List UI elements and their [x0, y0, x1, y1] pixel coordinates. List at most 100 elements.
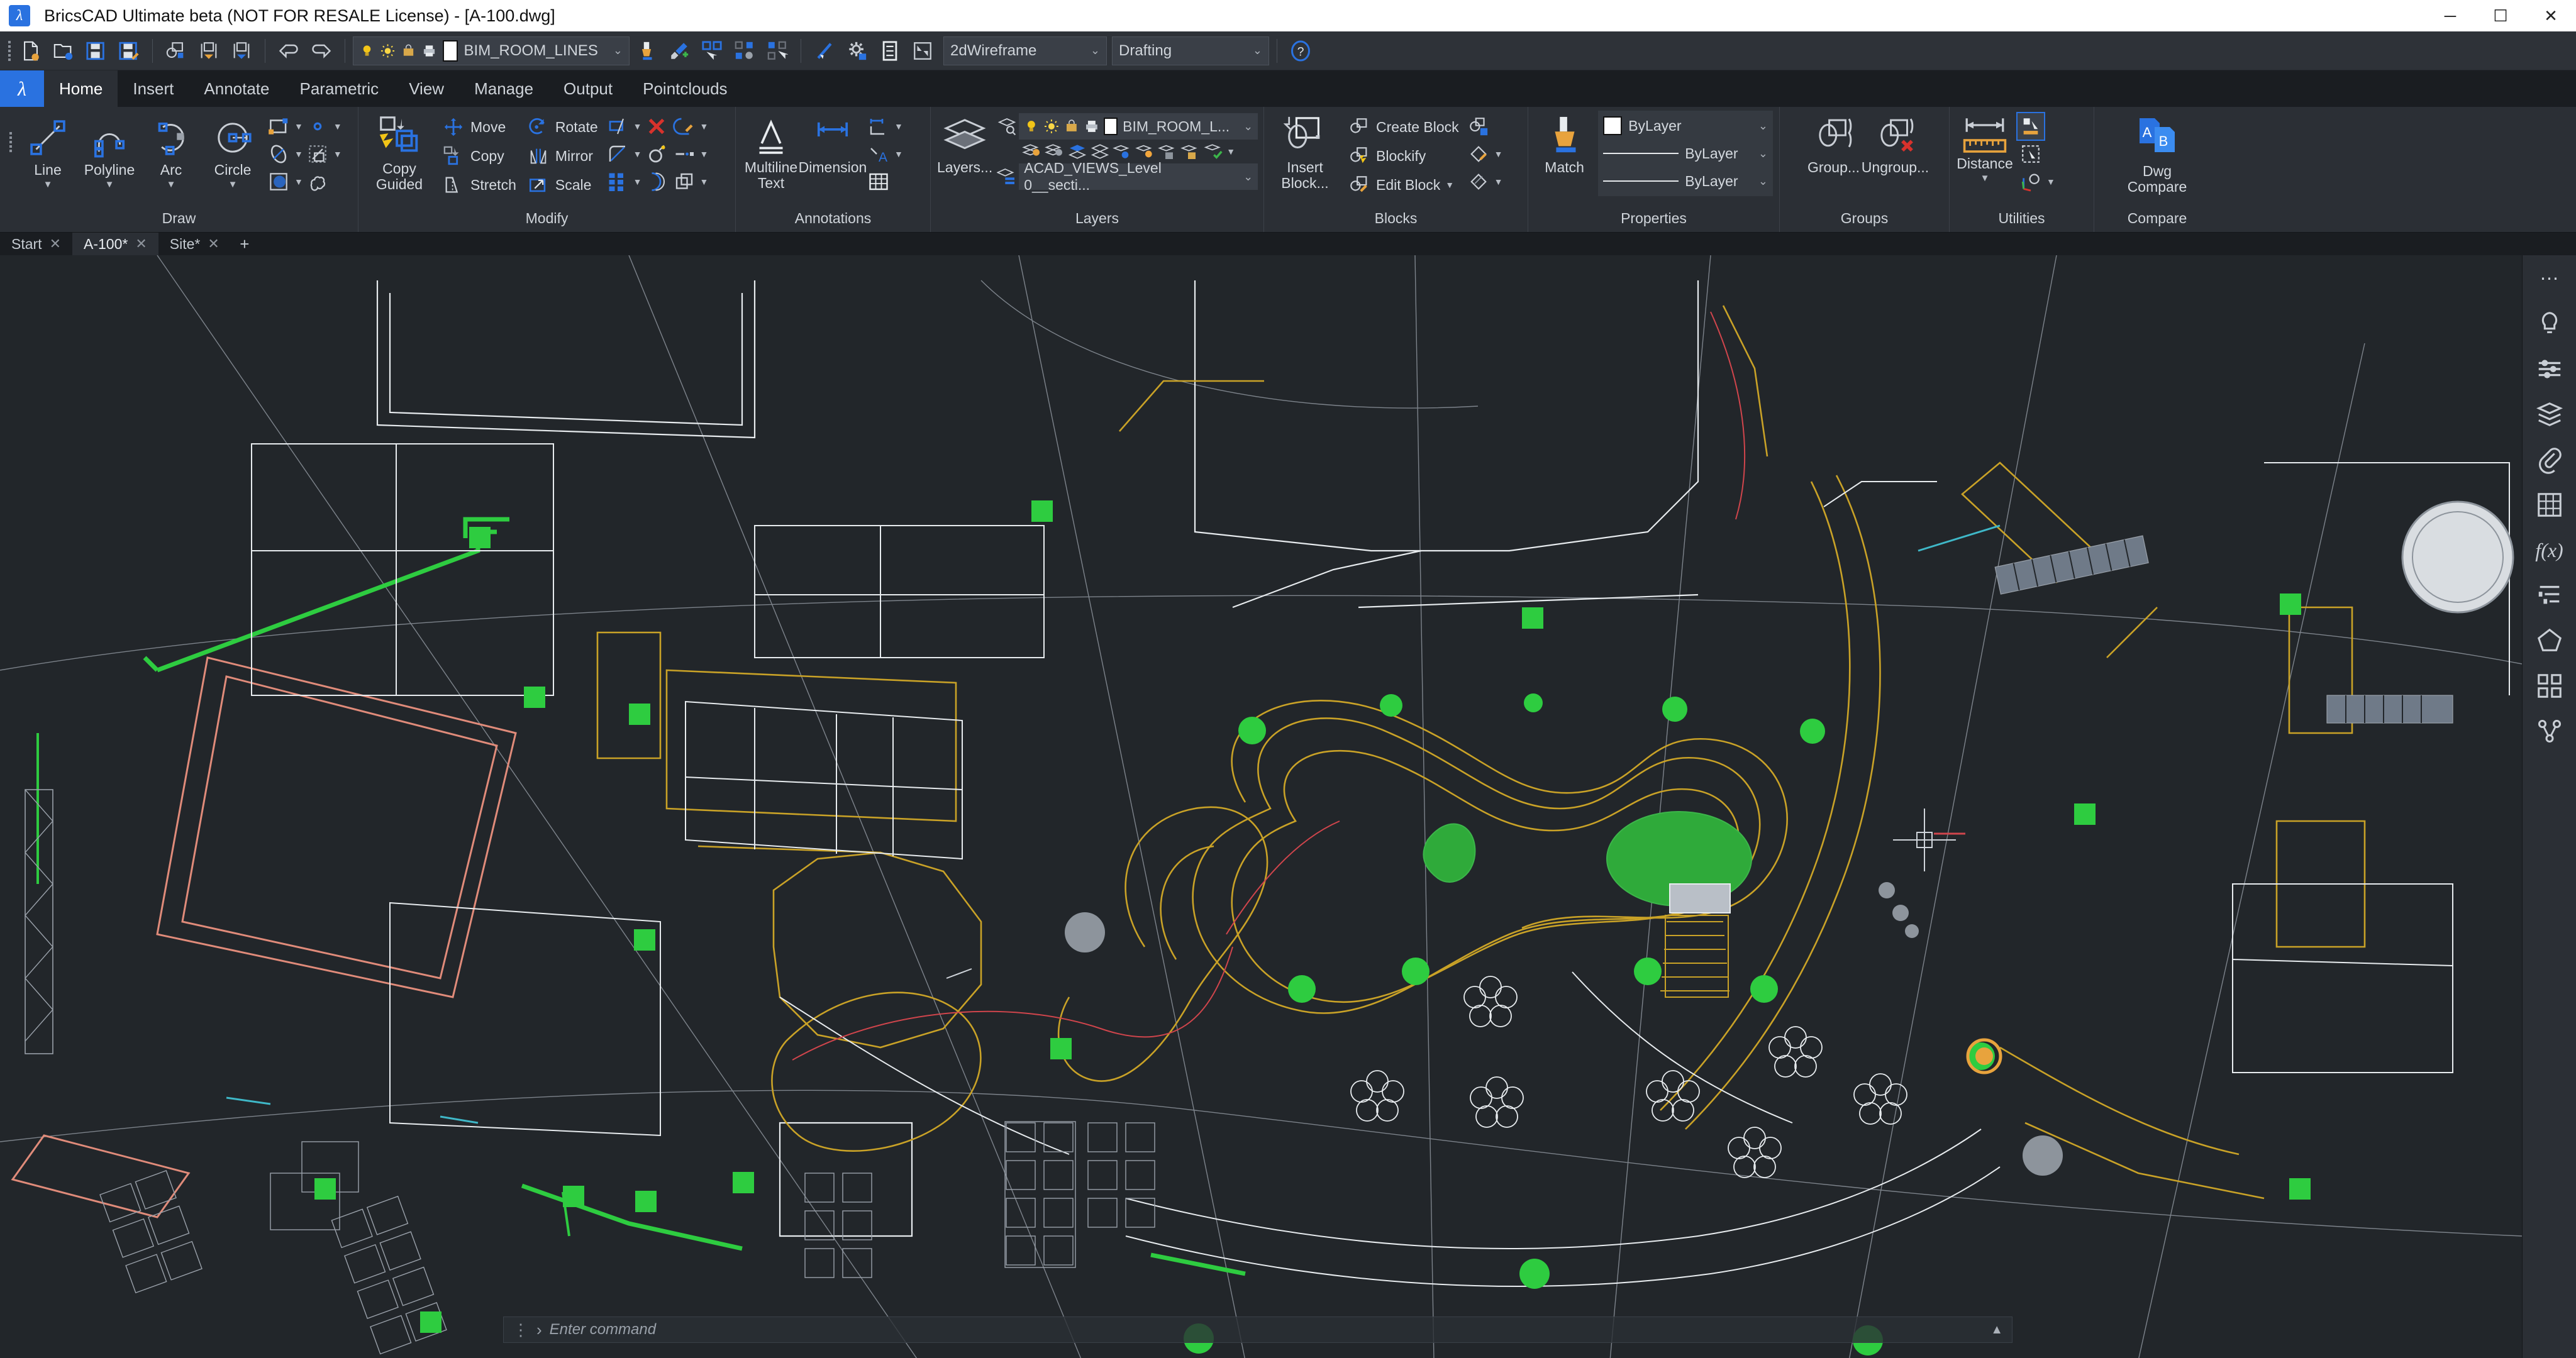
chevron-down-icon[interactable]: ⌄ — [1235, 120, 1253, 133]
chevron-down-icon[interactable]: ⌄ — [1750, 119, 1768, 133]
match-properties-button[interactable]: Match — [1535, 111, 1594, 175]
coordinate-inquiry-icon[interactable] — [2018, 168, 2044, 195]
more-options-icon[interactable]: ⋯ — [2533, 262, 2567, 295]
chevron-down-icon[interactable]: ▼ — [893, 149, 903, 159]
ribbon-tab-manage[interactable]: Manage — [459, 70, 548, 107]
chevron-down-icon[interactable]: ▼ — [1980, 173, 1990, 184]
close-icon[interactable]: ✕ — [208, 236, 219, 252]
fillet-icon[interactable] — [604, 141, 631, 167]
new-drawing-icon[interactable] — [15, 35, 47, 67]
group-button[interactable]: Group... — [1805, 111, 1863, 175]
linetype-property-row[interactable]: ByLayer ⌄ — [1603, 141, 1768, 166]
model-viewport[interactable] — [0, 255, 2522, 1358]
trim-icon[interactable] — [604, 113, 631, 140]
current-layer-field[interactable]: BIM_ROOM_L... ⌄ — [1019, 113, 1258, 140]
chevron-down-icon[interactable]: ⌄ — [1082, 44, 1100, 57]
chevron-down-icon[interactable]: ▼ — [2045, 177, 2055, 187]
blockify-button[interactable]: Blockify — [1343, 142, 1462, 170]
chevron-down-icon[interactable]: ▼ — [43, 179, 53, 190]
chevron-down-icon[interactable]: ⌄ — [1244, 44, 1262, 57]
chevron-down-icon[interactable]: ▼ — [1493, 149, 1503, 159]
chevron-down-icon[interactable]: ⌄ — [1750, 147, 1768, 160]
rectangle-icon[interactable] — [265, 113, 292, 140]
multiline-text-button[interactable]: Multiline Text — [742, 111, 800, 192]
layer-off-icon[interactable] — [1021, 141, 1043, 162]
lightbulb-icon[interactable] — [2533, 307, 2567, 341]
edit-polyline-icon[interactable] — [671, 113, 697, 140]
shape-panel-icon[interactable] — [2533, 624, 2567, 658]
match-properties-icon[interactable] — [631, 35, 662, 67]
arc-button[interactable]: Arc ▼ — [142, 111, 200, 190]
chevron-down-icon[interactable]: ▼ — [332, 121, 342, 131]
application-menu-button[interactable]: λ — [0, 70, 44, 107]
measure-selection-icon[interactable] — [2016, 112, 2045, 141]
chevron-down-icon[interactable]: ▼ — [293, 177, 303, 187]
visual-style-combo[interactable]: 2dWireframe ⌄ — [943, 36, 1107, 65]
hatch-boundary-icon[interactable] — [304, 141, 331, 167]
layer-unlock-icon[interactable] — [1180, 141, 1201, 162]
connections-panel-icon[interactable] — [2533, 714, 2567, 748]
ribbon-tab-annotate[interactable]: Annotate — [189, 70, 284, 107]
copy-guided-button[interactable]: Copy Guided — [365, 111, 434, 193]
ribbon-tab-insert[interactable]: Insert — [118, 70, 189, 107]
minimize-button[interactable]: ─ — [2425, 0, 2475, 31]
lengthen-icon[interactable] — [671, 141, 697, 167]
layer-delete-icon[interactable] — [1089, 141, 1111, 162]
chevron-down-icon[interactable]: ▼ — [699, 121, 709, 131]
select-similar-icon[interactable] — [696, 35, 728, 67]
layer-state-field[interactable]: ACAD_VIEWS_Level 0__secti... ⌄ — [1019, 160, 1258, 193]
chevron-down-icon[interactable]: ▼ — [105, 179, 114, 190]
dimension-style-icon[interactable] — [865, 113, 892, 140]
plot-preview-icon[interactable] — [160, 35, 192, 67]
chevron-down-icon[interactable]: ▼ — [167, 179, 176, 190]
ellipse-icon[interactable] — [265, 141, 292, 167]
chevron-down-icon[interactable]: ▼ — [1493, 177, 1503, 187]
revision-cloud-icon[interactable] — [304, 168, 331, 195]
chevron-down-icon[interactable]: ▼ — [228, 179, 238, 190]
ungroup-button[interactable]: Ungroup... — [1862, 111, 1929, 175]
selection-mode-icon[interactable] — [907, 35, 938, 67]
redo-icon[interactable] — [306, 35, 337, 67]
ribbon-tab-parametric[interactable]: Parametric — [284, 70, 394, 107]
settings-icon[interactable] — [841, 35, 873, 67]
current-layer-combo[interactable]: BIM_ROOM_LINES ⌄ — [353, 36, 630, 65]
copy-nested-icon[interactable] — [671, 168, 697, 195]
mirror-button[interactable]: Mirror — [523, 142, 601, 170]
layer-color-swatch[interactable] — [443, 40, 458, 62]
erase-icon[interactable] — [643, 113, 670, 140]
copy-button[interactable]: Copy — [438, 142, 519, 170]
open-drawing-icon[interactable] — [48, 35, 79, 67]
close-icon[interactable]: ✕ — [50, 236, 61, 252]
move-button[interactable]: Move — [438, 113, 519, 141]
chevron-down-icon[interactable]: ⌄ — [1235, 170, 1253, 184]
plot-icon[interactable] — [193, 35, 225, 67]
polyline-button[interactable]: Polyline ▼ — [80, 111, 138, 190]
drawing-tab-start[interactable]: Start ✕ — [0, 233, 72, 255]
expand-command-history-icon[interactable]: ▲ — [1990, 1323, 2003, 1337]
toolbar-grip[interactable] — [5, 38, 14, 63]
ribbon-tab-view[interactable]: View — [394, 70, 459, 107]
parametric-icon[interactable] — [809, 35, 840, 67]
dimension-button[interactable]: Dimension — [799, 111, 867, 175]
new-drawing-tab-button[interactable]: + — [231, 233, 258, 255]
quick-select-icon[interactable] — [762, 35, 793, 67]
command-grip-icon[interactable]: ⋮ — [513, 1320, 529, 1340]
dwg-compare-button[interactable]: AB Dwg Compare — [2116, 111, 2198, 196]
lineweight-property-row[interactable]: ByLayer ⌄ — [1603, 168, 1768, 194]
chevron-down-icon[interactable]: ▼ — [293, 149, 303, 159]
distance-button[interactable]: Distance ▼ — [1956, 111, 2014, 184]
chevron-down-icon[interactable]: ⌄ — [1750, 175, 1768, 188]
ribbon-tab-output[interactable]: Output — [548, 70, 628, 107]
attachment-icon[interactable] — [2533, 443, 2567, 477]
array-icon[interactable] — [604, 168, 631, 195]
save-block-icon[interactable] — [1465, 113, 1492, 140]
scale-button[interactable]: Scale — [523, 171, 601, 199]
close-icon[interactable]: ✕ — [135, 236, 147, 252]
layer-freeze-icon[interactable] — [1112, 141, 1133, 162]
drawing-area[interactable]: ⋮ › Enter command ▲ ⋯ f(x) — [0, 255, 2576, 1358]
line-button[interactable]: Line ▼ — [19, 111, 77, 190]
layer-set-current-icon[interactable] — [1202, 141, 1224, 162]
chevron-down-icon[interactable]: ▼ — [332, 149, 342, 159]
chevron-down-icon[interactable]: ▼ — [699, 177, 709, 187]
tiles-panel-icon[interactable] — [2533, 669, 2567, 703]
